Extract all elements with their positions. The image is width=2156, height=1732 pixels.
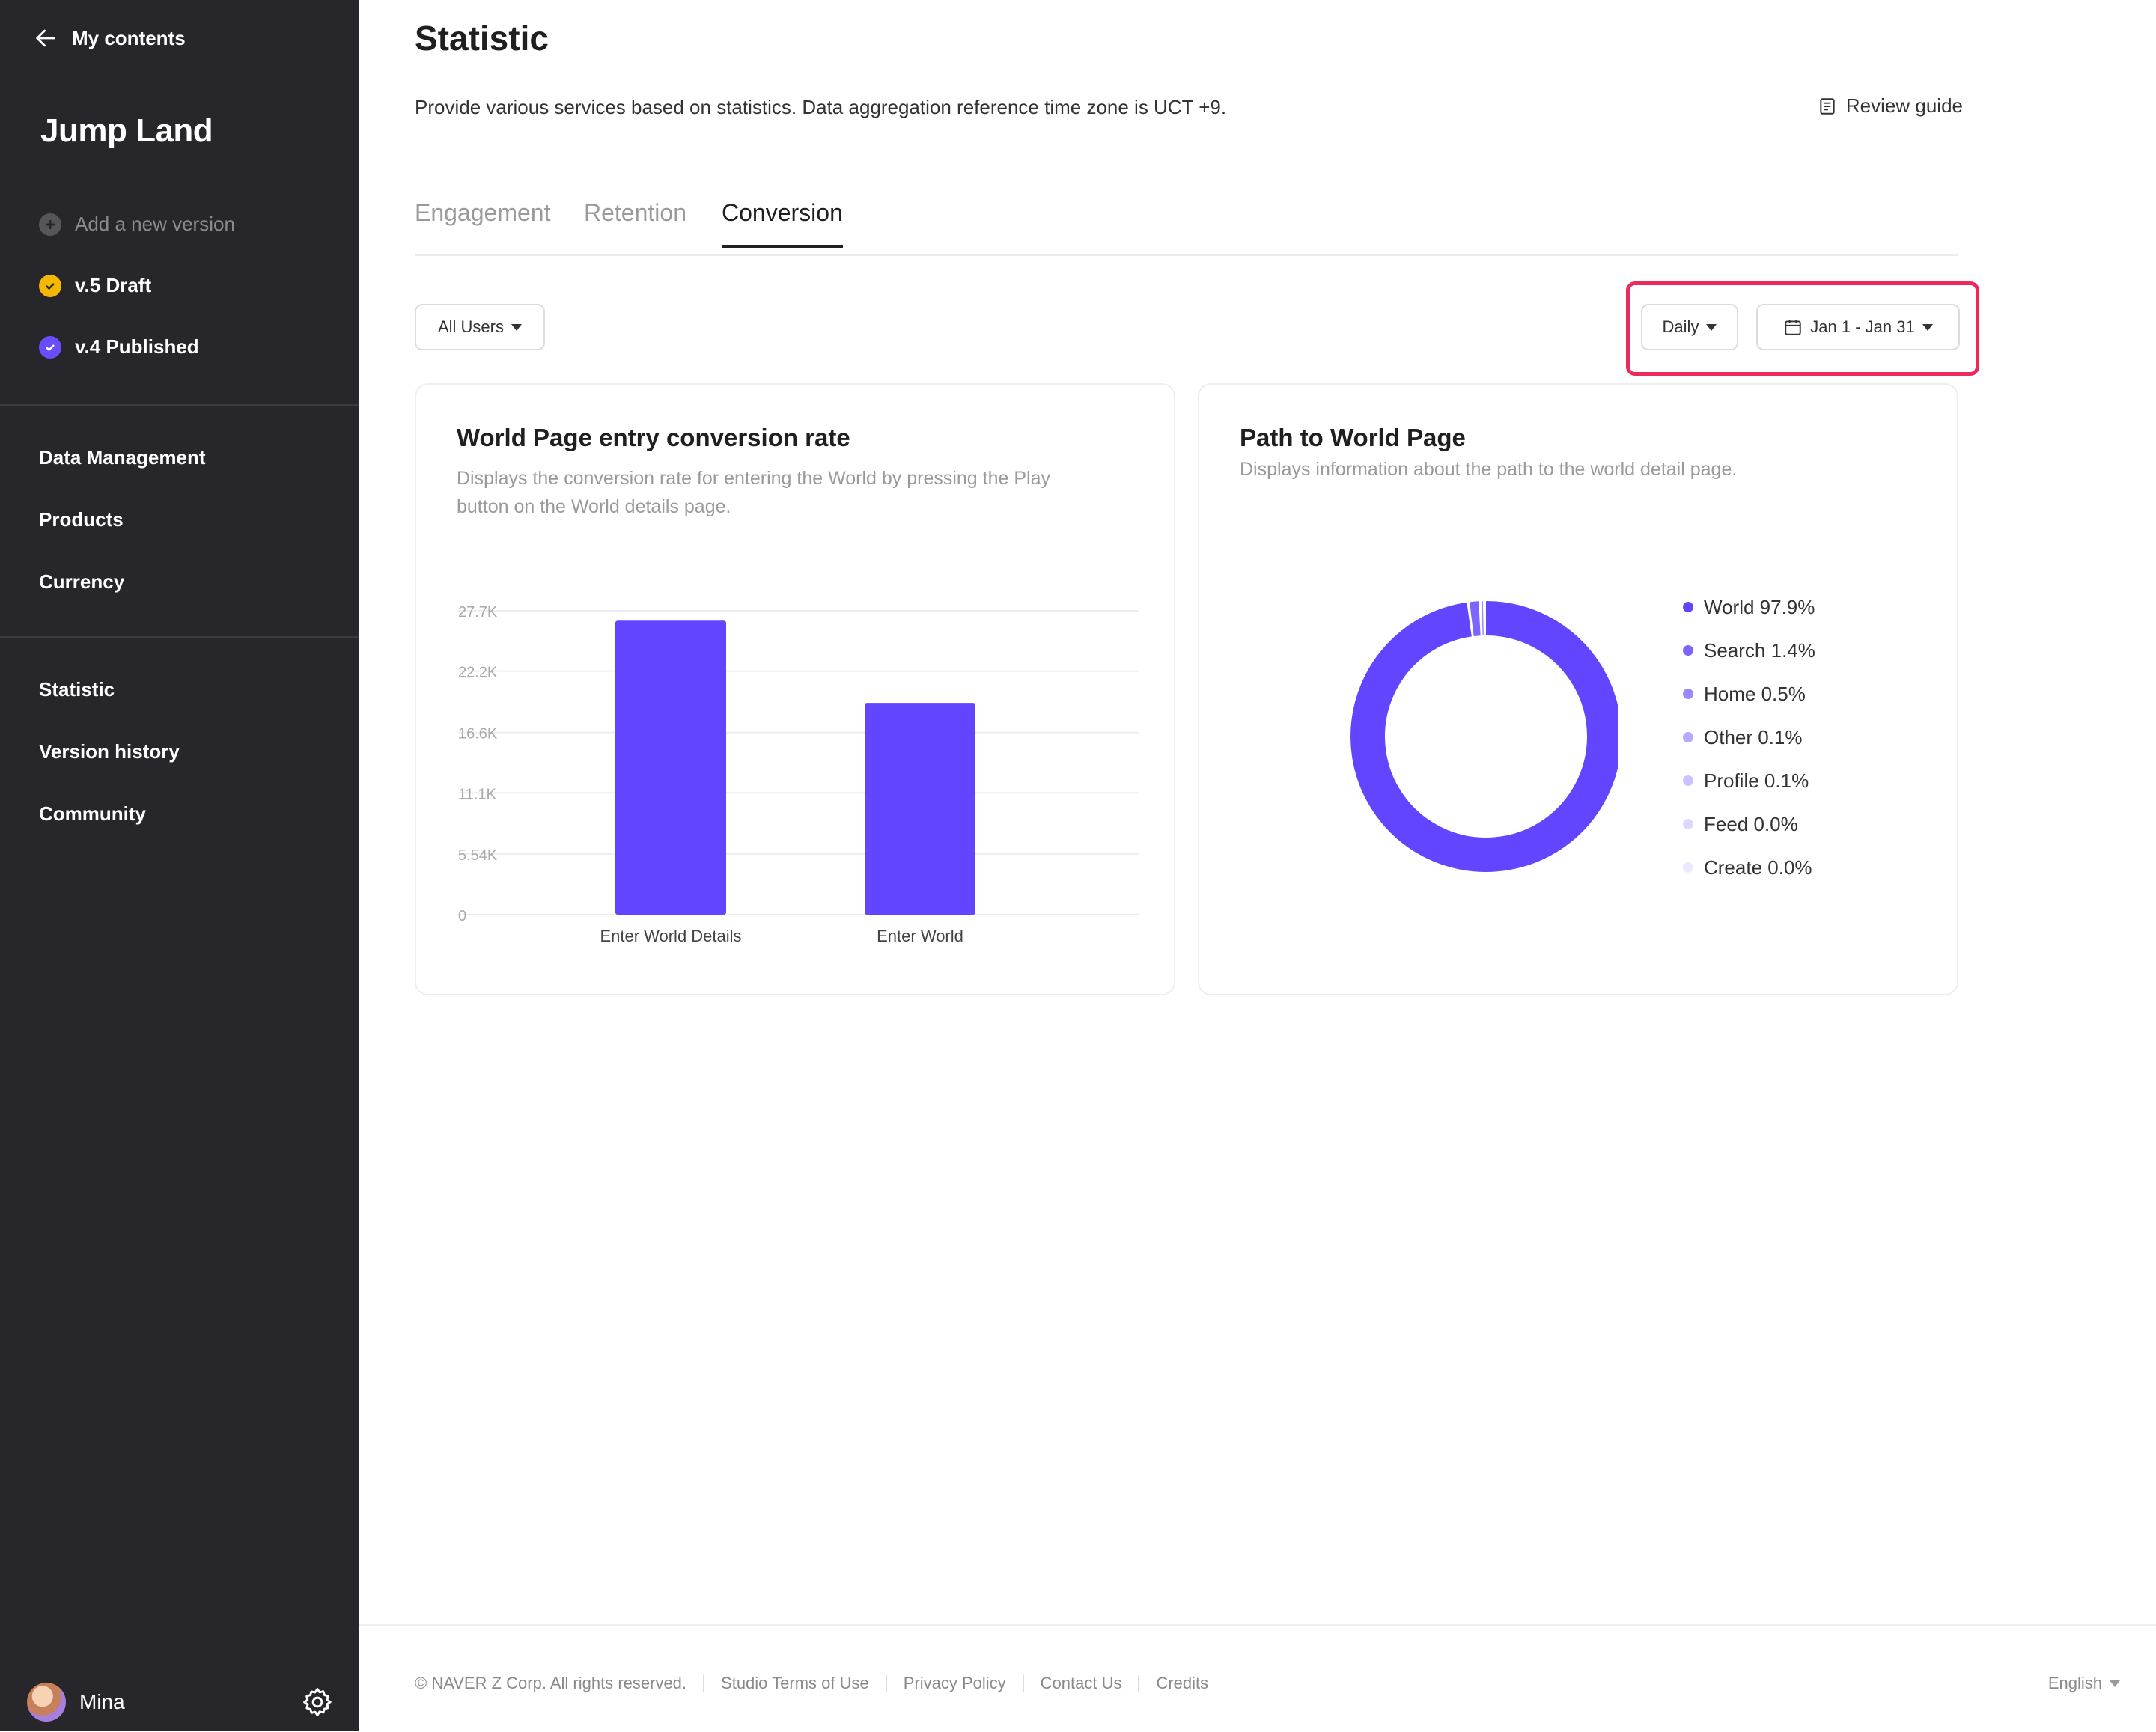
footer-separator — [886, 1675, 887, 1692]
legend-label: Other 0.1% — [1704, 726, 1803, 749]
y-tick-label: 5.54K — [458, 847, 498, 864]
language-label: English — [2048, 1674, 2102, 1693]
page-title: Statistic — [415, 18, 549, 58]
user-filter-label: All Users — [438, 317, 504, 337]
bar[interactable] — [615, 620, 726, 915]
chart-legend: World 97.9% Search 1.4% Home 0.5% Other 0.1… — [1683, 585, 1815, 889]
donut-slice[interactable] — [1472, 618, 1480, 619]
legend-label: Profile 0.1% — [1704, 769, 1809, 793]
review-guide-label: Review guide — [1846, 94, 1963, 118]
document-icon — [1818, 97, 1837, 116]
tab-bar: Engagement Retention Conversion — [415, 199, 1958, 256]
y-tick-label: 22.2K — [458, 665, 498, 681]
back-to-my-contents[interactable]: My contents — [33, 25, 186, 51]
donut-slice[interactable] — [1368, 618, 1604, 855]
footer-link-terms[interactable]: Studio Terms of Use — [721, 1674, 869, 1693]
copyright-text: © NAVER Z Corp. All rights reserved. — [415, 1674, 686, 1693]
sidebar: My contents Jump Land Add a new version … — [0, 0, 359, 1731]
path-to-world-card: Path to World Page Displays information … — [1198, 383, 1958, 995]
footer-link-credits[interactable]: Credits — [1156, 1674, 1208, 1693]
version-label: v.4 Published — [75, 335, 199, 359]
legend-swatch — [1683, 819, 1693, 829]
tab-retention[interactable]: Retention — [584, 199, 686, 245]
legend-item[interactable]: Create 0.0% — [1683, 846, 1815, 889]
user-filter-dropdown[interactable]: All Users — [415, 304, 545, 350]
footer-separator — [703, 1675, 704, 1692]
plus-circle-icon — [39, 213, 61, 236]
legend-label: Home 0.5% — [1704, 683, 1806, 706]
page-description: Provide various services based on statis… — [415, 96, 1226, 119]
version-item-published[interactable]: v.4 Published — [39, 335, 199, 359]
legend-label: Search 1.4% — [1704, 639, 1815, 662]
arrow-left-icon — [33, 25, 58, 51]
language-selector[interactable]: English — [2048, 1674, 2120, 1693]
check-circle-icon — [39, 275, 61, 297]
review-guide-link[interactable]: Review guide — [1818, 94, 1963, 118]
check-circle-icon — [39, 336, 61, 359]
add-version-label: Add a new version — [75, 213, 235, 236]
sidebar-item-data-management[interactable]: Data Management — [39, 446, 206, 469]
footer-links: © NAVER Z Corp. All rights reserved. Stu… — [415, 1674, 1208, 1693]
caret-down-icon — [2110, 1680, 2120, 1687]
donut-chart — [1199, 385, 1618, 994]
caret-down-icon — [511, 324, 522, 331]
y-tick-label: 11.1K — [458, 786, 496, 802]
legend-item[interactable]: Feed 0.0% — [1683, 802, 1815, 846]
x-tick-label: Enter World Details — [600, 927, 741, 945]
footer-link-privacy[interactable]: Privacy Policy — [904, 1674, 1006, 1693]
legend-swatch — [1683, 732, 1693, 742]
legend-swatch — [1683, 689, 1693, 699]
back-label: My contents — [72, 27, 186, 50]
version-label: v.5 Draft — [75, 274, 151, 297]
y-tick-label: 0 — [458, 908, 466, 924]
bar-chart: 0 5.54K 11.1K 16.6K 22.2K 27.7K Enter World De… — [416, 385, 1174, 994]
footer: © NAVER Z Corp. All rights reserved. Stu… — [359, 1624, 2156, 1732]
sidebar-divider — [0, 636, 359, 638]
sidebar-item-products[interactable]: Products — [39, 508, 124, 531]
main-content: Statistic Provide various services based… — [359, 0, 2156, 1731]
legend-label: World 97.9% — [1704, 596, 1815, 619]
legend-swatch — [1683, 775, 1693, 786]
y-tick-label: 16.6K — [458, 726, 498, 742]
add-version-button[interactable]: Add a new version — [39, 213, 235, 236]
legend-label: Create 0.0% — [1704, 856, 1812, 879]
tab-conversion[interactable]: Conversion — [722, 199, 843, 248]
sidebar-item-community[interactable]: Community — [39, 802, 146, 826]
x-tick-label: Enter World — [877, 927, 963, 945]
footer-link-contact[interactable]: Contact Us — [1041, 1674, 1122, 1693]
highlight-annotation — [1626, 281, 1979, 376]
legend-item[interactable]: Search 1.4% — [1683, 629, 1815, 672]
app-title: Jump Land — [40, 112, 213, 150]
legend-item[interactable]: Other 0.1% — [1683, 716, 1815, 759]
sidebar-item-version-history[interactable]: Version history — [39, 740, 180, 763]
conversion-rate-card: World Page entry conversion rate Display… — [415, 383, 1175, 995]
footer-separator — [1138, 1675, 1139, 1692]
bar[interactable] — [865, 703, 975, 915]
version-item-draft[interactable]: v.5 Draft — [39, 274, 151, 297]
avatar — [27, 1683, 66, 1722]
legend-item[interactable]: World 97.9% — [1683, 585, 1815, 629]
legend-item[interactable]: Profile 0.1% — [1683, 759, 1815, 802]
user-name: Mina — [79, 1690, 125, 1714]
user-profile[interactable]: Mina — [27, 1683, 125, 1722]
gear-icon[interactable] — [301, 1686, 334, 1719]
sidebar-item-statistic[interactable]: Statistic — [39, 678, 115, 701]
legend-item[interactable]: Home 0.5% — [1683, 672, 1815, 716]
legend-swatch — [1683, 602, 1693, 612]
sidebar-divider — [0, 404, 359, 406]
legend-swatch — [1683, 862, 1693, 873]
sidebar-item-currency[interactable]: Currency — [39, 570, 124, 594]
tab-engagement[interactable]: Engagement — [415, 199, 550, 245]
legend-swatch — [1683, 645, 1693, 656]
y-tick-label: 27.7K — [458, 604, 498, 620]
footer-separator — [1023, 1675, 1024, 1692]
legend-label: Feed 0.0% — [1704, 813, 1798, 836]
